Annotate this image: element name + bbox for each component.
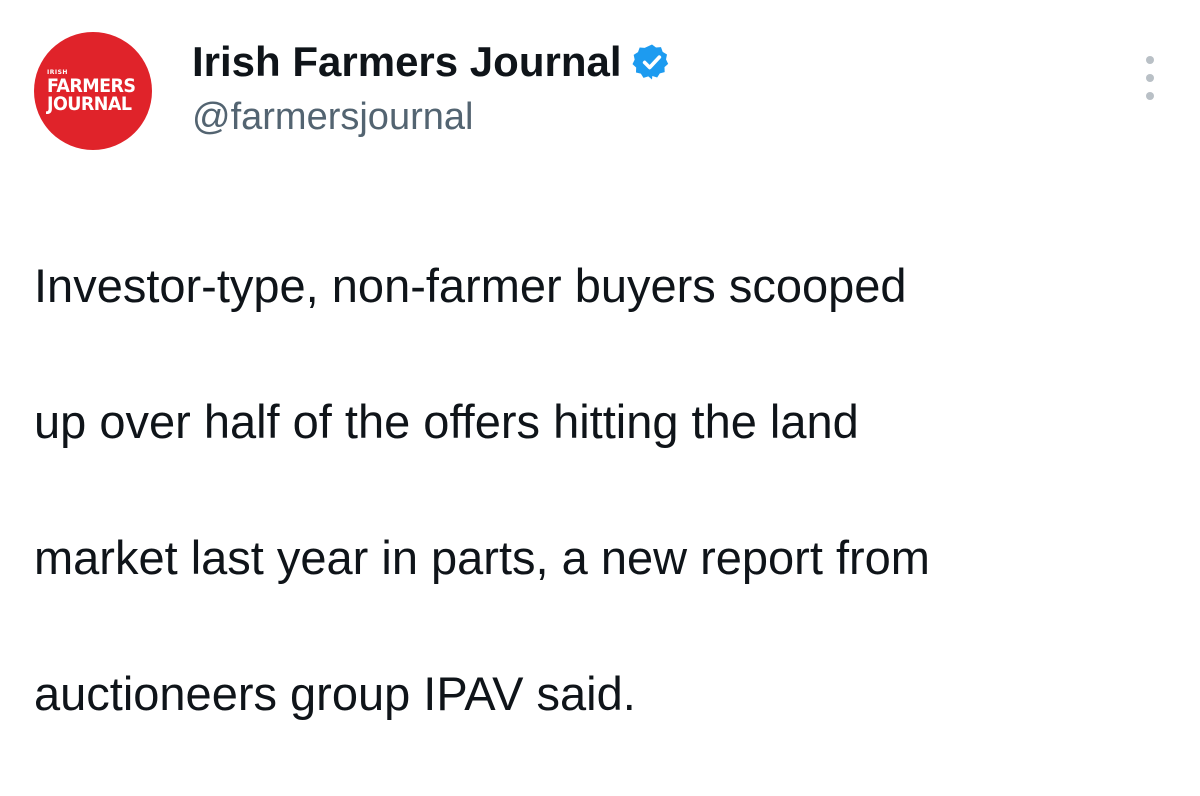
tweet-text-line: auctioneers group IPAV said.	[34, 667, 636, 720]
more-dot	[1146, 92, 1154, 100]
tweet-card: IRISH FARMERS JOURNAL Irish Farmers Jour…	[0, 0, 1200, 720]
tweet-text-line: market last year in parts, a new report …	[34, 531, 930, 584]
author-display-name[interactable]: Irish Farmers Journal	[192, 34, 622, 90]
more-dot	[1146, 56, 1154, 64]
name-row: Irish Farmers Journal	[192, 34, 672, 90]
logo-line-2: JOURNAL	[47, 92, 132, 115]
author-handle[interactable]: @farmersjournal	[192, 92, 672, 142]
tweet-text-line: Investor-type, non-farmer buyers scooped	[34, 259, 907, 312]
avatar[interactable]: IRISH FARMERS JOURNAL	[34, 32, 152, 150]
tweet-text: Investor-type, non-farmer buyers scooped…	[34, 184, 1174, 796]
more-dot	[1146, 74, 1154, 82]
more-vertical-icon[interactable]	[1136, 56, 1164, 100]
tweet-text-line: up over half of the offers hitting the l…	[34, 395, 859, 448]
verified-badge-icon	[632, 44, 668, 80]
tweet-header: Irish Farmers Journal @farmersjournal	[192, 34, 672, 142]
